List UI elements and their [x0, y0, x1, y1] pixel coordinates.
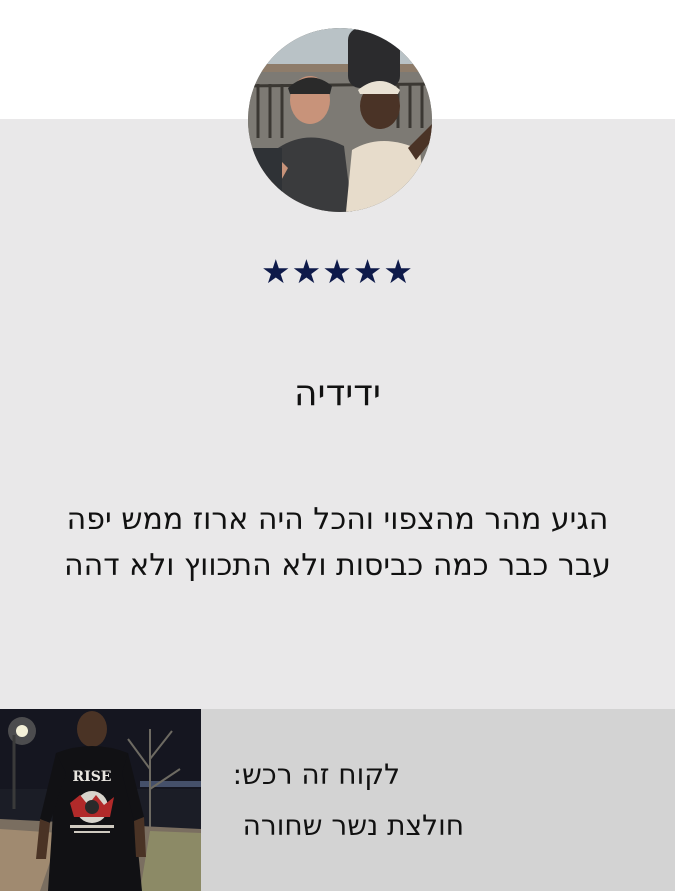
review-page: ★★★★★ ידידיה הגיע מהר מהצפוי והכל היה אר…	[0, 0, 675, 891]
purchased-product-section: RISE לקוח זה רכש: חולצת נשר שחורה	[0, 709, 675, 891]
review-text: הגיע מהר מהצפוי והכל היה ארוז ממש יפה עב…	[0, 497, 675, 589]
rating-stars: ★★★★★	[261, 252, 414, 291]
reviewer-photo	[248, 28, 432, 212]
product-photo: RISE	[0, 709, 201, 891]
review-text-line: עבר כבר כמה כביסות ולא התכווץ ולא דהה	[64, 548, 611, 583]
purchase-label: לקוח זה רכש:	[232, 758, 400, 791]
reviewer-avatar	[248, 28, 432, 212]
reviewer-name: ידידיה	[294, 373, 381, 414]
product-name[interactable]: חולצת נשר שחורה	[243, 808, 464, 844]
review-text-line: הגיע מהר מהצפוי והכל היה ארוז ממש יפה	[66, 502, 609, 537]
shirt-print-text: RISE	[73, 769, 112, 785]
product-image: RISE	[0, 709, 201, 891]
